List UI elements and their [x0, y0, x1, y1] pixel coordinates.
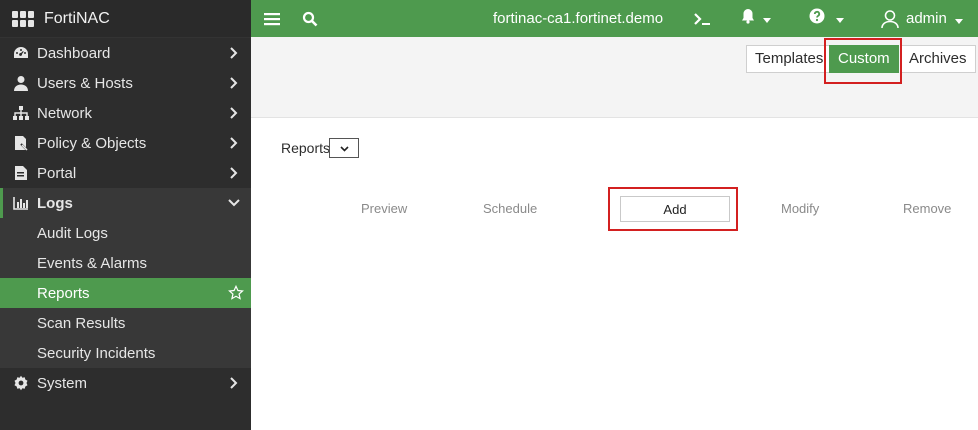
sidebar-item-label: Reports	[37, 284, 90, 302]
sidebar-item-label: System	[37, 374, 88, 392]
sidebar-item-audit-logs[interactable]: Audit Logs	[0, 218, 251, 248]
user-menu[interactable]: admin	[906, 0, 964, 38]
sidebar-item-users-hosts[interactable]: Users & Hosts	[0, 68, 251, 98]
star-icon[interactable]	[227, 284, 245, 302]
gear-icon	[12, 374, 30, 392]
preview-button[interactable]: Preview	[361, 201, 407, 216]
chevron-right-icon	[227, 166, 241, 180]
sidebar-item-label: Logs	[37, 194, 73, 212]
caret-down-icon	[763, 10, 771, 28]
notifications-dropdown[interactable]	[739, 0, 773, 37]
sidebar-item-label: Policy & Objects	[37, 134, 147, 152]
sidebar-item-system[interactable]: System	[0, 368, 251, 398]
reports-select[interactable]	[329, 138, 359, 158]
sidebar-item-label: Portal	[37, 164, 77, 182]
search-icon[interactable]	[301, 0, 319, 37]
app-title: FortiNAC	[44, 9, 110, 27]
terminal-icon[interactable]	[692, 0, 712, 37]
sidebar-item-scan-results[interactable]: Scan Results	[0, 308, 251, 338]
logs-icon	[12, 194, 30, 212]
sidebar-item-events-alarms[interactable]: Events & Alarms	[0, 248, 251, 278]
fortinac-logo-icon	[12, 10, 34, 27]
tab-archives[interactable]: Archives	[901, 45, 976, 73]
tab-templates[interactable]: Templates	[746, 45, 833, 73]
chevron-right-icon	[227, 76, 241, 90]
sidebar-item-reports[interactable]: Reports	[0, 278, 251, 308]
sidebar-nav: Dashboard Users & Hosts Network Policy &…	[0, 38, 251, 398]
custom-tab-highlight	[824, 38, 902, 84]
sidebar-item-label: Network	[37, 104, 93, 122]
sidebar-item-portal[interactable]: Portal	[0, 158, 251, 188]
sidebar-item-label: Users & Hosts	[37, 74, 133, 92]
policy-icon	[12, 134, 30, 152]
chevron-right-icon	[227, 376, 241, 390]
dashboard-icon	[12, 44, 30, 62]
sidebar-item-dashboard[interactable]: Dashboard	[0, 38, 251, 68]
modify-button[interactable]: Modify	[781, 201, 819, 216]
username: admin	[906, 10, 947, 27]
sidebar-item-logs[interactable]: Logs	[0, 188, 251, 218]
sidebar-item-policy-objects[interactable]: Policy & Objects	[0, 128, 251, 158]
chevron-down-icon	[227, 196, 241, 210]
sidebar-item-label: Security Incidents	[37, 344, 156, 362]
bell-icon	[741, 8, 755, 29]
reports-label: Reports	[281, 140, 331, 156]
brand: FortiNAC	[0, 0, 251, 38]
top-bar: fortinac-ca1.fortinet.demo admin	[251, 0, 978, 37]
help-icon	[809, 8, 825, 29]
sidebar-item-security-incidents[interactable]: Security Incidents	[0, 338, 251, 368]
sidebar-item-network[interactable]: Network	[0, 98, 251, 128]
sidebar-item-label: Audit Logs	[37, 224, 108, 242]
chevron-down-icon	[339, 139, 349, 157]
schedule-button[interactable]: Schedule	[483, 201, 537, 216]
portal-icon	[12, 164, 30, 182]
sidebar-item-label: Dashboard	[37, 44, 111, 62]
chevron-right-icon	[227, 46, 241, 60]
hostname: fortinac-ca1.fortinet.demo	[493, 10, 664, 27]
chevron-right-icon	[227, 136, 241, 150]
add-button-highlight	[608, 187, 738, 231]
hamburger-icon[interactable]	[263, 0, 281, 37]
network-icon	[12, 104, 30, 122]
caret-down-icon	[955, 1, 964, 38]
chevron-right-icon	[227, 106, 241, 120]
sidebar: FortiNAC Dashboard Users & Hosts Network…	[0, 0, 251, 430]
caret-down-icon	[835, 10, 844, 28]
user-icon	[12, 74, 30, 92]
user-icon[interactable]	[878, 0, 902, 37]
sidebar-item-label: Scan Results	[37, 314, 126, 332]
help-dropdown[interactable]	[806, 0, 846, 37]
report-type-panel: Templates Custom Archives	[251, 37, 978, 118]
remove-button[interactable]: Remove	[903, 201, 951, 216]
sidebar-item-label: Events & Alarms	[37, 254, 148, 272]
